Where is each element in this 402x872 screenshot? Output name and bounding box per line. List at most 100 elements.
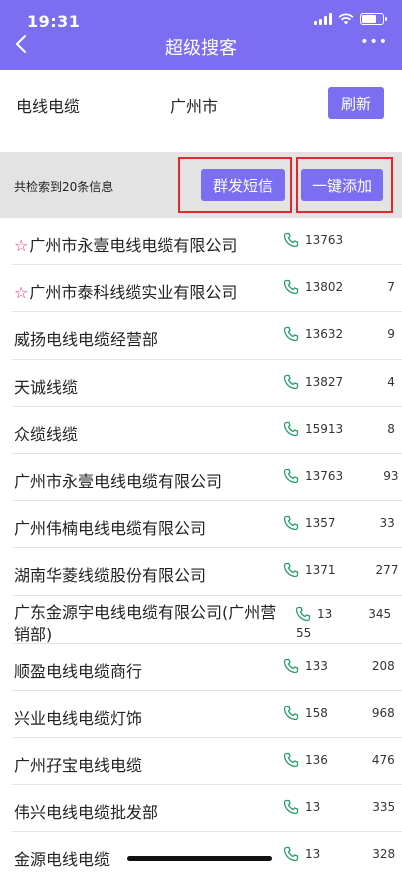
company-name: 众缆线缆	[14, 424, 79, 444]
list-item[interactable]: 广州孖宝电线电缆 136 476	[12, 738, 402, 786]
phone-text: 13	[305, 847, 321, 862]
phone-icon	[283, 232, 299, 248]
phone-tail: 476	[371, 752, 395, 767]
more-icon[interactable]: •••	[360, 34, 388, 50]
company-name: 威扬电线电缆经营部	[14, 330, 159, 350]
list-item[interactable]: 兴业电线电缆灯饰 158 968	[12, 691, 402, 738]
list-item[interactable]: ☆广州市永壹电线电缆有限公司 13763	[12, 218, 402, 266]
phone-icon	[283, 421, 299, 436]
company-name: 湖南华菱线缆股份有限公司	[14, 566, 207, 586]
phone-icon	[283, 658, 299, 673]
list-item[interactable]: 金源电线电缆 13 328	[12, 832, 402, 872]
status-time: 19:31	[27, 12, 81, 31]
company-name: 兴业电线电缆灯饰	[14, 708, 143, 728]
phone-text: 13802	[305, 280, 344, 295]
list-item[interactable]: ☆广州市泰科线缆实业有限公司 13802 7	[12, 265, 402, 313]
phone-text: 13	[305, 800, 321, 815]
phone-text: 13632	[305, 327, 344, 342]
list-item[interactable]: 威扬电线电缆经营部 13632 9	[12, 312, 402, 360]
results-list: ☆广州市永壹电线电缆有限公司 13763 ☆广州市泰科线缆实业有限公司 1380…	[0, 218, 402, 872]
list-item[interactable]: 广东金源宇电线电缆有限公司(广州营销部) 13 345 55	[12, 596, 402, 644]
phone-number[interactable]: 13632 9	[283, 326, 395, 342]
company-name: 广州市永壹电线电缆有限公司	[29, 236, 238, 255]
results-count: 共检索到20条信息	[14, 180, 114, 194]
app-header: 19:31 超级搜客 •••	[0, 0, 402, 70]
phone-number[interactable]: 136 476	[283, 752, 395, 768]
phone-text: 1357	[305, 516, 336, 531]
list-item[interactable]: 伟兴电线电缆批发部 13 335	[12, 785, 402, 833]
phone-tail: 9	[387, 327, 395, 342]
star-icon[interactable]: ☆	[14, 236, 28, 255]
search-query-bar: 电线电缆 广州市 刷新	[0, 70, 402, 136]
phone-tail: 7	[387, 280, 395, 295]
phone-text: 13827	[305, 374, 344, 389]
search-city[interactable]: 广州市	[170, 93, 218, 117]
mass-sms-button[interactable]: 群发短信	[201, 169, 285, 201]
phone-text: 13	[317, 606, 333, 621]
company-name: 顺盈电线电缆商行	[14, 661, 143, 681]
phone-icon	[283, 515, 299, 531]
phone-tail: 4	[387, 374, 395, 389]
company-name: 广州伟楠电线电缆有限公司	[14, 519, 207, 539]
phone-tail: 33	[379, 516, 395, 531]
company-name: 金源电线电缆	[14, 850, 111, 870]
phone-tail: 328	[372, 847, 396, 862]
phone-text: 136	[305, 752, 328, 767]
list-item[interactable]: 天诚线缆 13827 4	[12, 360, 402, 407]
search-keyword[interactable]: 电线电缆	[16, 93, 80, 117]
list-item[interactable]: 众缆线缆 15913 8	[12, 407, 402, 454]
refresh-button[interactable]: 刷新	[328, 87, 384, 119]
list-item[interactable]: 顺盈电线电缆商行 133 208	[12, 644, 402, 691]
phone-tail: 968	[371, 705, 395, 720]
phone-icon	[283, 374, 299, 389]
phone-number[interactable]: 15913 8	[283, 421, 395, 437]
home-indicator[interactable]	[127, 856, 272, 861]
add-all-button[interactable]: 一键添加	[301, 169, 383, 201]
phone-number[interactable]: 13 328	[283, 846, 395, 862]
phone-number[interactable]: 13 345	[295, 606, 391, 622]
phone-text: 133	[305, 658, 328, 673]
phone-number[interactable]: 13763	[283, 232, 343, 248]
phone-number[interactable]: 1371 277	[283, 562, 398, 578]
phone-text: 158	[305, 705, 328, 720]
company-name: 广州市永壹电线电缆有限公司	[14, 471, 223, 491]
phone-number[interactable]: 13827 4	[283, 374, 395, 390]
status-icons	[314, 13, 387, 25]
phone-icon	[283, 327, 299, 342]
company-name: 天诚线缆	[14, 377, 79, 397]
company-name: 伟兴电线电缆批发部	[14, 803, 159, 823]
wifi-icon	[338, 13, 354, 25]
company-name: 广东金源宇电线电缆有限公司(广州营销部)	[14, 602, 277, 644]
phone-text: 1371	[305, 563, 336, 578]
list-item[interactable]: 湖南华菱线缆股份有限公司 1371 277	[12, 548, 402, 596]
phone-icon	[295, 606, 311, 621]
phone-number[interactable]: 133 208	[283, 658, 395, 674]
phone-icon	[283, 468, 299, 484]
phone-tail: 335	[372, 800, 396, 815]
phone-icon	[283, 752, 299, 768]
phone-number[interactable]: 1357 33	[283, 515, 395, 531]
company-name: 广州孖宝电线电缆	[14, 755, 143, 775]
star-icon[interactable]: ☆	[14, 283, 28, 302]
phone-text-continued: 55	[296, 625, 312, 640]
battery-icon	[360, 13, 387, 25]
phone-number[interactable]: 13802 7	[283, 279, 395, 295]
phone-tail: 8	[387, 421, 395, 436]
phone-icon	[283, 563, 299, 578]
phone-icon	[283, 799, 299, 815]
phone-text: 15913	[305, 421, 344, 436]
phone-tail: 93	[383, 468, 399, 483]
results-summary-bar: 共检索到20条信息 群发短信 一键添加	[0, 152, 402, 218]
phone-text: 13763	[305, 468, 344, 483]
phone-tail: 277	[375, 563, 399, 578]
list-item[interactable]: 广州伟楠电线电缆有限公司 1357 33	[12, 501, 402, 549]
list-item[interactable]: 广州市永壹电线电缆有限公司 13763 93	[12, 454, 402, 502]
phone-icon	[283, 280, 299, 295]
phone-icon	[283, 705, 299, 720]
phone-tail: 208	[371, 658, 395, 673]
phone-text: 13763	[305, 233, 344, 247]
phone-tail: 345	[368, 606, 392, 621]
phone-number[interactable]: 13763 93	[283, 468, 398, 484]
phone-number[interactable]: 13 335	[283, 799, 395, 815]
phone-number[interactable]: 158 968	[283, 705, 395, 721]
